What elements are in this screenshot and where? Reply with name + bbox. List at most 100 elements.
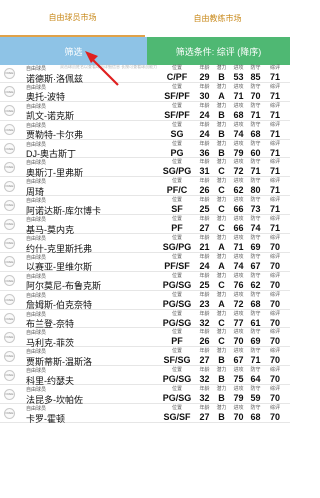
stat-value-potential: A — [218, 260, 225, 271]
stat-potential: 潜力 C — [213, 196, 230, 214]
stat-value-offense: 62 — [233, 185, 244, 196]
stat-label-position: 位置 — [171, 348, 182, 355]
tab-free-agent-market[interactable]: 自由球员市场 — [0, 0, 145, 37]
stat-value-age: 24 — [199, 109, 210, 120]
player-row[interactable]: FREE 自由球员 奥托-波特 位置 SF/PF 年龄 30 潜力 A 进攻 71 防守 70 综评 71 — [0, 83, 290, 102]
stat-value-offense: 72 — [233, 298, 244, 309]
tab-free-coach-market[interactable]: 自由教练市场 — [145, 0, 290, 37]
stat-label-overall: 综评 — [269, 178, 280, 185]
player-row[interactable]: FREE 自由球员 凯文-诺克斯 位置 SF/PF 年龄 24 潜力 B 进攻 68 防守 71 综评 71 — [0, 102, 290, 121]
stat-value-offense: 72 — [233, 166, 244, 177]
stat-value-offense: 71 — [233, 90, 244, 101]
player-row[interactable]: FREE 自由球员 布兰登-奈特 位置 PG/SG 年龄 32 潜力 C 进攻 77 防守 61 综评 70 — [0, 310, 290, 329]
stat-value-defense: 68 — [250, 412, 261, 423]
player-row[interactable]: FREE 自由球员 贾斯蒂斯-温斯洛 位置 SF/SG 年龄 27 潜力 B 进攻 67 防守 71 综评… — [0, 347, 290, 367]
stat-position: 位置 PG — [158, 140, 196, 158]
stat-overall: 综评 70 — [264, 328, 286, 346]
player-stats: 位置 PG 年龄 36 潜力 B 进攻 79 防守 60 综评 71 — [158, 140, 286, 158]
stat-value-age: 25 — [199, 204, 210, 215]
stat-value-overall: 71 — [269, 185, 280, 196]
stat-label-overall: 综评 — [269, 348, 280, 355]
player-row[interactable]: FREE 自由球员 卡罗-霍顿 位置 SG/SF 年龄 27 潜力 B 进攻 70 防守 68 综评 70 — [0, 404, 290, 425]
stat-defense: 防守 80 — [247, 177, 264, 195]
stat-label-overall: 综评 — [269, 140, 280, 147]
stat-age: 年龄 27 — [196, 347, 213, 365]
stat-value-age: 23 — [199, 298, 210, 309]
stat-value-offense: 66 — [233, 223, 244, 234]
stat-label-age: 年龄 — [199, 291, 210, 298]
stat-position: 位置 PF/C — [158, 177, 196, 195]
stat-label-offense: 进攻 — [233, 197, 244, 204]
player-row[interactable]: FREE 自由球员 周琦 位置 PF/C 年龄 26 潜力 C 进攻 62 防守 80 综评 71 — [0, 177, 290, 197]
stat-age: 年龄 31 — [196, 158, 213, 176]
stat-value-age: 29 — [199, 72, 210, 82]
stat-label-potential: 潜力 — [216, 65, 227, 71]
player-row[interactable]: FREE 自由球员 基马-莫内克 位置 PF 年龄 27 潜力 C 进攻 66 防守 74 综评 71 — [0, 215, 290, 235]
stat-overall: 综评 71 — [264, 215, 286, 233]
stat-value-offense: 67 — [233, 355, 244, 366]
stat-value-overall: 70 — [269, 298, 280, 309]
stat-value-defense: 80 — [250, 185, 261, 196]
player-row[interactable]: FREE 自由球员 法昆多-坎帕佐 位置 PG/SG 年龄 32 潜力 B 进攻 79 防守 59 综评 7… — [0, 385, 290, 405]
stat-offense: 进攻 72 — [230, 291, 247, 309]
stat-offense: 进攻 71 — [230, 234, 247, 252]
free-agent-badge-icon: FREE — [4, 180, 15, 192]
stat-age: 年龄 32 — [196, 385, 213, 403]
stat-label-offense: 进攻 — [233, 405, 244, 412]
free-agent-badge-icon: FREE — [4, 86, 15, 98]
player-stats: 位置 C/PF 年龄 29 潜力 B 进攻 53 防守 85 综评 71 — [158, 64, 286, 82]
stat-defense: 防守 61 — [247, 310, 264, 328]
stat-label-position: 位置 — [171, 272, 182, 279]
stat-label-offense: 进攻 — [233, 140, 244, 147]
player-row[interactable]: FREE 自由球员 以赛亚-里维尔斯 位置 PF/SF 年龄 24 潜力 A 进攻 74 防守 67 综评… — [0, 253, 290, 272]
stat-age: 年龄 25 — [196, 196, 213, 214]
stat-label-position: 位置 — [171, 329, 182, 336]
player-row[interactable]: FREE 自由球员 奥斯汀-里弗斯 位置 SG/PG 年龄 31 潜力 C 进攻 72 防守 71 综评 7… — [0, 158, 290, 178]
stat-defense: 防守 62 — [247, 272, 264, 290]
stat-label-position: 位置 — [171, 197, 182, 204]
stat-overall: 综评 71 — [264, 121, 286, 139]
filter-button[interactable]: 筛选 — [0, 37, 147, 65]
stat-position: 位置 SF/PF — [158, 83, 196, 101]
stat-value-position: PG/SG — [162, 279, 192, 290]
player-row[interactable]: FREE 自由球员 阿诺达斯-库尔博卡 位置 SF 年龄 25 潜力 C 进攻 66 防守 73 综评 71 — [0, 196, 290, 216]
stat-value-age: 30 — [199, 90, 210, 101]
filter-condition[interactable]: 筛选条件: 综评 (降序) — [147, 37, 290, 65]
stat-label-age: 年龄 — [199, 121, 210, 128]
stat-overall: 综评 70 — [264, 385, 286, 403]
stat-age: 年龄 26 — [196, 328, 213, 346]
stat-offense: 进攻 62 — [230, 177, 247, 195]
stat-potential: 潜力 B — [213, 385, 230, 403]
player-row[interactable]: FREE 自由球员 马利克-菲茨 位置 PF 年龄 26 潜力 C 进攻 70 防守 69 综评 70 — [0, 328, 290, 348]
stat-potential: 潜力 C — [213, 177, 230, 195]
stat-value-age: 24 — [199, 128, 210, 139]
stat-value-overall: 70 — [269, 317, 280, 328]
player-stats: 位置 SF/SG 年龄 27 潜力 B 进攻 67 防守 71 综评 70 — [158, 347, 286, 365]
stat-defense: 防守 59 — [247, 385, 264, 403]
stat-value-position: PF — [171, 223, 183, 234]
player-row[interactable]: FREE 自由球员 贾勒特-卡尔弗 位置 SG 年龄 24 潜力 B 进攻 74 防守 68 综评 71 — [0, 121, 290, 140]
player-row[interactable]: FREE 自由球员 约什-克里斯托弗 位置 SG/PG 年龄 21 潜力 A 进攻 71 防守 69 综评… — [0, 234, 290, 254]
stat-label-defense: 防守 — [250, 367, 261, 374]
player-row[interactable]: FREE 自由球员 詹姆斯-伯克奈特 位置 PG/SG 年龄 23 潜力 A 进攻 72 防守 68 综评… — [0, 291, 290, 310]
stat-position: 位置 PG/SG — [158, 291, 196, 309]
stat-label-defense: 防守 — [250, 329, 261, 336]
stat-label-defense: 防守 — [250, 253, 261, 260]
stat-value-overall: 71 — [269, 147, 280, 158]
player-row[interactable]: FREE 自由球员 科里-约瑟夫 位置 PG/SG 年龄 32 潜力 B 进攻 75 防守 64 综评 70 — [0, 366, 290, 386]
stat-value-age: 26 — [199, 336, 210, 347]
free-agent-badge-icon: FREE — [4, 161, 15, 173]
free-agent-badge-icon: FREE — [4, 143, 15, 155]
stat-age: 年龄 25 — [196, 272, 213, 290]
free-agent-badge-icon: FREE — [4, 256, 15, 268]
player-row[interactable]: FREE 自由球员 阿尔莫尼-布鲁克斯 位置 PG/SG 年龄 25 潜力 C 进攻 76 防守 62 综… — [0, 272, 290, 291]
stat-value-potential: C — [218, 279, 225, 290]
stat-label-position: 位置 — [171, 178, 182, 185]
stat-value-potential: B — [218, 109, 225, 120]
player-row[interactable]: FREE 自由球员 DJ-奥古斯丁 位置 PG 年龄 36 潜力 B 进攻 79 防守 60 综评 71 — [0, 140, 290, 159]
player-name[interactable]: 卡罗-霍顿 — [26, 412, 65, 425]
stat-potential: 潜力 B — [213, 347, 230, 365]
stat-value-age: 26 — [199, 185, 210, 196]
stat-label-offense: 进攻 — [233, 121, 244, 128]
stat-label-position: 位置 — [171, 159, 182, 166]
